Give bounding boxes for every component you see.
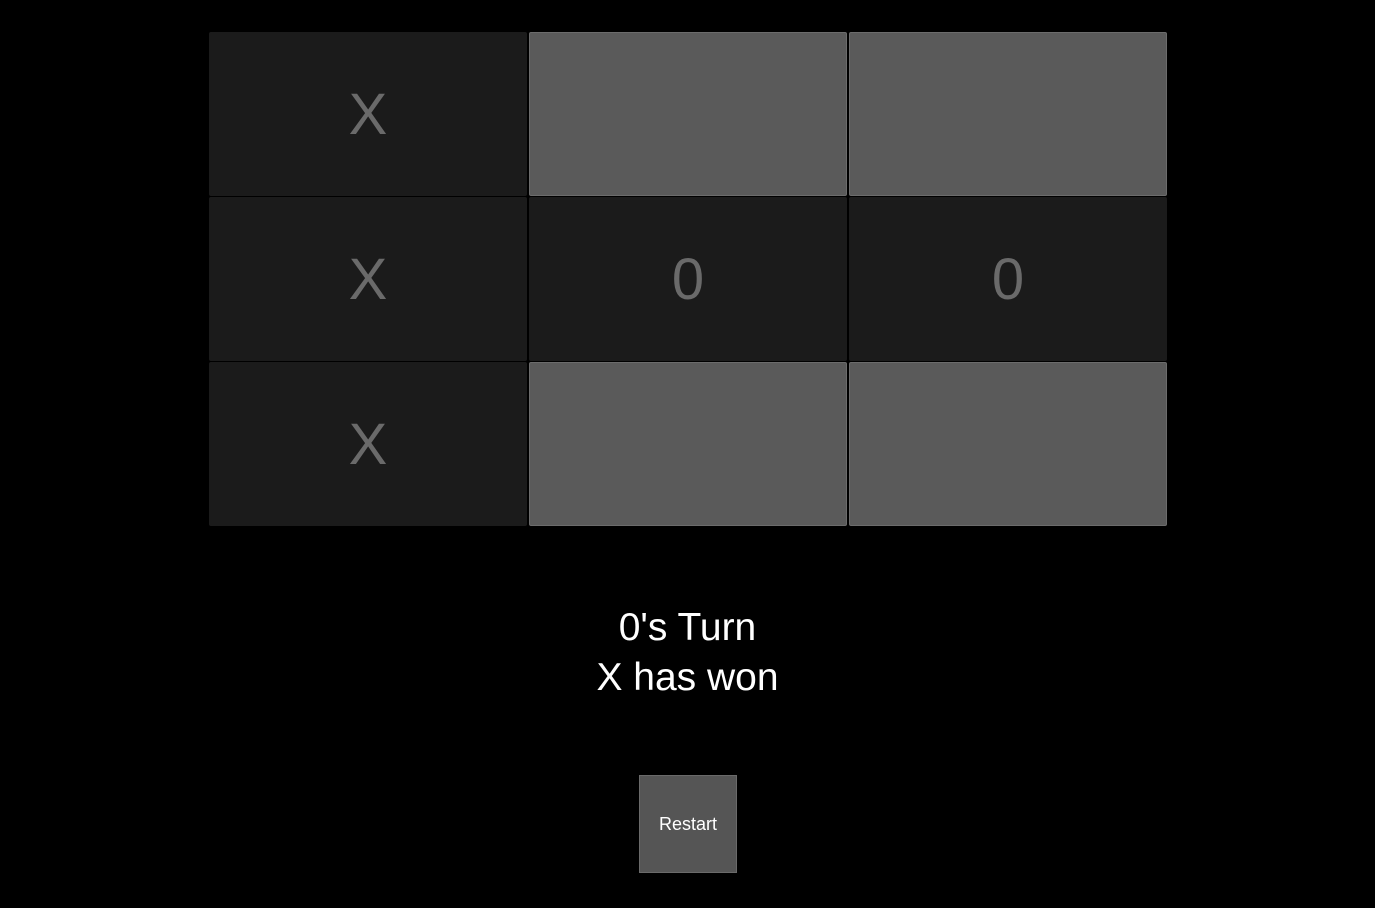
board-cell-r3-c3[interactable]	[849, 362, 1167, 526]
restart-button[interactable]: Restart	[639, 775, 737, 873]
board-cell-r2-c1[interactable]: X	[209, 197, 527, 361]
winner-message: X has won	[596, 656, 779, 699]
game-page: X X 0 0 X 0's Turn X has won Restart	[0, 0, 1375, 908]
board-cell-r1-c1[interactable]: X	[209, 32, 527, 196]
board-cell-r3-c1[interactable]: X	[209, 362, 527, 526]
board-cell-r1-c3[interactable]	[849, 32, 1167, 196]
board-cell-r2-c3[interactable]: 0	[849, 197, 1167, 361]
board-cell-r3-c2[interactable]	[529, 362, 847, 526]
board-cell-r2-c2[interactable]: 0	[529, 197, 847, 361]
turn-indicator: 0's Turn	[618, 606, 757, 649]
game-status: 0's Turn X has won	[0, 603, 1375, 703]
board-cell-r1-c2[interactable]	[529, 32, 847, 196]
tic-tac-toe-board: X X 0 0 X	[209, 32, 1167, 526]
